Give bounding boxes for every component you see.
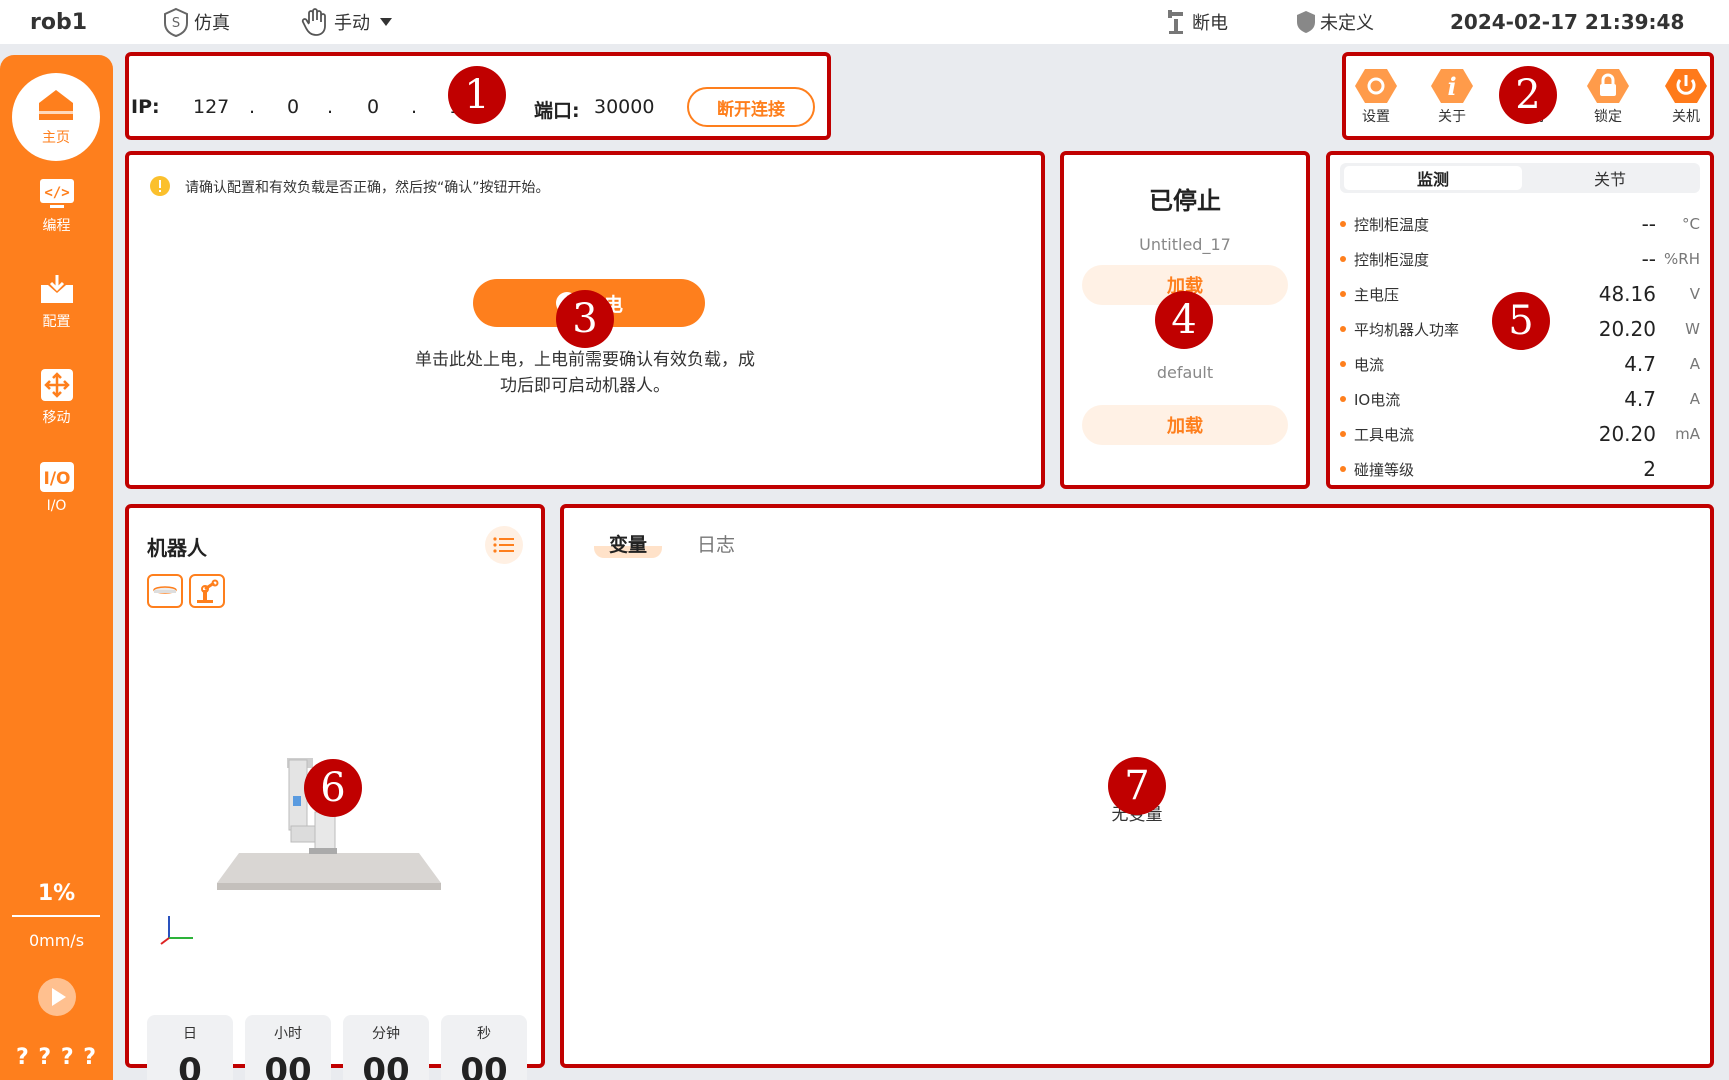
- lock-icon: [1587, 69, 1629, 103]
- view-robot-button[interactable]: [189, 574, 225, 608]
- ip-dot: .: [249, 96, 256, 118]
- shutdown-button[interactable]: 关机: [1656, 66, 1716, 126]
- monitor-row: 控制柜湿度 -- %RH: [1340, 242, 1700, 276]
- play-icon: [38, 978, 76, 1016]
- axis-icon: [160, 916, 193, 945]
- timer-hours: 小时 00: [245, 1015, 331, 1080]
- mode-label: 手动: [334, 13, 370, 34]
- robot-menu-button[interactable]: [485, 526, 523, 564]
- monitor-row: 控制柜温度 -- °C: [1340, 207, 1700, 241]
- move-icon: [40, 369, 73, 401]
- io-icon: I/O: [39, 462, 74, 492]
- marker-4: 4: [1155, 291, 1213, 349]
- monitor-row: 电流 4.7 A: [1340, 347, 1700, 381]
- monitor-row: 工具电流 20.20 mA: [1340, 417, 1700, 451]
- sidebar-item-label: 移动: [42, 410, 71, 426]
- hint-line-2: 功后即可启动机器人。: [500, 376, 670, 396]
- robot-name: rob1: [30, 9, 88, 35]
- sidebar-item-label: 配置: [42, 314, 71, 330]
- code-icon: </>: [39, 179, 74, 208]
- notice-text: 请确认配置和有效负载是否正确，然后按“确认”按钮开始。: [185, 180, 550, 196]
- top-bar: rob1 S 仿真 手动 断电 未定义 2024-02-17 21:39:48: [0, 0, 1729, 44]
- port-value[interactable]: 30000: [594, 96, 654, 118]
- config-name: default: [1156, 363, 1214, 382]
- timer-days: 日0: [147, 1015, 233, 1080]
- marker-7: 7: [1108, 757, 1166, 815]
- robot-panel-title: 机器人: [147, 536, 207, 560]
- port-label: 端口:: [534, 100, 580, 122]
- base-plate-icon: [153, 586, 177, 594]
- settings-button[interactable]: 设置: [1346, 66, 1406, 126]
- svg-text:S: S: [172, 16, 180, 31]
- play-button[interactable]: [37, 977, 77, 1021]
- view-base-button[interactable]: [147, 574, 183, 608]
- safety-status: 未定义: [1296, 0, 1374, 44]
- tab-monitor[interactable]: 监测: [1344, 166, 1522, 190]
- ip-dot: .: [411, 96, 418, 118]
- sidebar-item-home[interactable]: 主页: [12, 73, 100, 161]
- shield-s-icon: S: [164, 7, 188, 37]
- program-status: 已停止: [1149, 187, 1221, 215]
- info-icon: i: [1431, 69, 1473, 103]
- ip-octet-2[interactable]: 0: [287, 96, 299, 118]
- speed-percent[interactable]: 1%: [0, 881, 113, 906]
- sidebar-item-io[interactable]: I/O I/O: [0, 460, 113, 514]
- hint-line-1: 单击此处上电，上电前需要确认有效负载，成: [415, 350, 755, 370]
- program-name: Untitled_17: [1139, 235, 1231, 254]
- robot-arm-icon: [197, 579, 219, 603]
- simulation-label: 仿真: [194, 13, 230, 34]
- monitor-row: 碰撞等级 2: [1340, 452, 1700, 486]
- tab-variables[interactable]: 变量: [594, 528, 662, 558]
- speed-divider: [12, 915, 100, 917]
- marker-1: 1: [448, 66, 506, 124]
- ip-octet-1[interactable]: 127: [193, 96, 229, 118]
- marker-5: 5: [1492, 292, 1550, 350]
- sidebar: 主页 </> 编程 配置 移动 I/O I/O 1% 0mm/s ? ? ? ?: [0, 55, 113, 1080]
- gear-icon: [1355, 69, 1397, 103]
- ip-octet-3[interactable]: 0: [367, 96, 379, 118]
- sidebar-item-label: 编程: [42, 218, 71, 234]
- tab-logs[interactable]: 日志: [686, 528, 746, 558]
- about-button[interactable]: i 关于: [1422, 66, 1482, 126]
- home-icon: [39, 90, 73, 120]
- power-icon: [1665, 69, 1707, 103]
- timer-minutes: 分钟 00: [343, 1015, 429, 1080]
- list-icon: [493, 537, 514, 553]
- shield-icon: [1297, 11, 1315, 33]
- sidebar-item-label: 主页: [42, 130, 70, 146]
- speed-mm: 0mm/s: [28, 931, 85, 950]
- sidebar-item-label: I/O: [46, 498, 67, 514]
- chevron-down-icon: [380, 18, 392, 26]
- ip-label: IP:: [131, 96, 160, 118]
- mode-dropdown[interactable]: 手动: [300, 0, 398, 44]
- lock-button[interactable]: 锁定: [1578, 66, 1638, 126]
- disconnect-button[interactable]: 断开连接: [687, 87, 815, 127]
- svg-text:i: i: [1447, 72, 1456, 101]
- sidebar-item-move[interactable]: 移动: [0, 367, 113, 427]
- marker-2: 2: [1499, 66, 1557, 124]
- marker-3: 3: [556, 290, 614, 348]
- load-config-button[interactable]: 加载: [1082, 405, 1288, 445]
- ip-dot: .: [327, 96, 334, 118]
- monitor-row: IO电流 4.7 A: [1340, 382, 1700, 416]
- svg-text:I/O: I/O: [43, 469, 70, 489]
- timer-seconds: 秒 00: [441, 1015, 527, 1080]
- datetime: 2024-02-17 21:39:48: [1450, 10, 1685, 34]
- sidebar-item-config[interactable]: 配置: [0, 273, 113, 331]
- warning-icon: [150, 176, 170, 196]
- svg-text:</>: </>: [44, 185, 69, 201]
- power-status: 断电: [1166, 0, 1228, 44]
- download-tray-icon: [40, 275, 73, 303]
- sidebar-item-program[interactable]: </> 编程: [0, 177, 113, 235]
- simulation-toggle[interactable]: S 仿真: [162, 0, 230, 44]
- sidebar-footer: ? ? ? ?: [15, 1045, 98, 1070]
- hand-icon: [301, 8, 326, 36]
- robot-arm-icon: [1168, 10, 1183, 34]
- tab-joints[interactable]: 关节: [1524, 166, 1696, 190]
- marker-6: 6: [304, 759, 362, 817]
